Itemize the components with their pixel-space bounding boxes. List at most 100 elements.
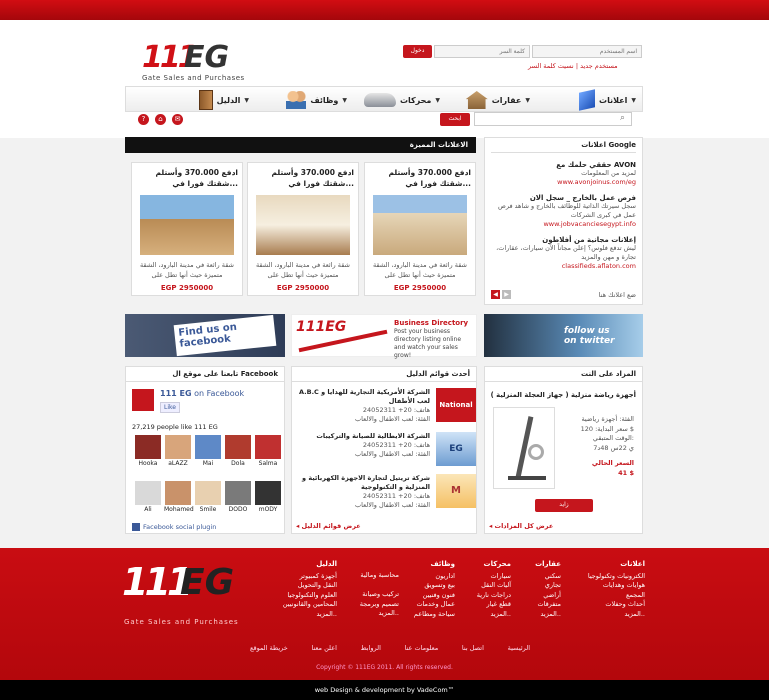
- chevron-down-icon: ▼: [525, 96, 530, 104]
- footer-col-ads: اعلانات الكترونيات وتكنولوجيا هوايات وهد…: [587, 560, 645, 618]
- mail-icon[interactable]: ✉: [172, 114, 183, 125]
- forgot-password-link[interactable]: نسيت كلمة السر: [528, 62, 574, 70]
- fb-fan[interactable]: Salma: [254, 435, 282, 467]
- door-icon: [198, 90, 213, 110]
- facebook-panel: تابعنا على موقع ال Facebook 111 EG on Fa…: [125, 366, 285, 534]
- fb-fan[interactable]: aLAZZ: [164, 435, 192, 467]
- auction-item-title[interactable]: أجهزة رياضة منزلية ( جهاز العجلة المنزلي…: [488, 391, 636, 399]
- footer-col-jobs-2: محاسبة ومالية تركيب وصيانة تصميم وبرمجة …: [359, 571, 399, 617]
- footer-link-links[interactable]: الروابط: [361, 644, 381, 654]
- fb-page-name[interactable]: 111 EG: [160, 389, 192, 398]
- nav-item-jobs[interactable]: وظائف ▼: [286, 87, 347, 113]
- villa-image: [373, 195, 467, 255]
- chevron-down-icon: ▼: [244, 96, 249, 104]
- featured-card[interactable]: ادفع 370.000 وأستلم شقتك فورا في... شقة …: [364, 162, 476, 296]
- footer-logo[interactable]: 111 EG Gate Sales and Purchases: [122, 560, 252, 632]
- search-icon[interactable]: ⌕: [620, 113, 625, 123]
- google-ad[interactable]: حققي حلمك مع AVON لمزيد من المعلومات www…: [491, 161, 636, 186]
- facebook-icon: [132, 523, 140, 531]
- car-icon: [363, 93, 396, 107]
- directory-item[interactable]: National A.B.C الشركة الأمريكية التجارية…: [296, 388, 476, 428]
- business-directory-banner[interactable]: 111EG Business Directory Post your busin…: [291, 314, 477, 359]
- auction-title: المزاد على النت: [485, 367, 642, 382]
- top-bar: [0, 0, 769, 20]
- fb-fan[interactable]: Smile: [194, 481, 222, 513]
- search-button[interactable]: ابحث: [440, 113, 470, 126]
- register-link[interactable]: مستخدم جديد: [580, 62, 618, 70]
- fb-page-avatar[interactable]: [132, 389, 154, 411]
- bid-button[interactable]: زايد: [535, 499, 593, 512]
- auction-panel: المزاد على النت أجهزة رياضة منزلية ( جها…: [484, 366, 643, 534]
- footer-col-jobs: وظائف اداريون بيع وتسويق فنون وفنيين عما…: [413, 560, 455, 618]
- developer-credit[interactable]: web Design & development by VadeCom™: [0, 680, 769, 700]
- directory-item[interactable]: M شركة تريتيل لتجارة الاجهزة الكهربائية …: [296, 474, 476, 514]
- place-ad-link[interactable]: ضع اعلانك هنا: [599, 291, 636, 299]
- auction-more-link[interactable]: ◂ عرض كل المزادات: [489, 522, 639, 530]
- footer-link-contact[interactable]: اتصل بنا: [462, 644, 484, 654]
- chevron-down-icon: ▼: [342, 96, 347, 104]
- help-icon[interactable]: ?: [138, 114, 149, 125]
- house-icon: [465, 91, 488, 109]
- copyright: Copyright © 111EG 2011. All rights reser…: [316, 664, 453, 671]
- social-icons: ? ⌂ ✉: [138, 114, 183, 125]
- banner-logo: 111EG: [296, 319, 347, 335]
- next-arrow-icon[interactable]: ▶: [502, 290, 511, 299]
- people-icon: [286, 91, 307, 109]
- username-input[interactable]: [532, 45, 642, 58]
- footer-col-motors: محركات سيارات آليات النقل دراجات نارية ق…: [476, 560, 511, 618]
- directory-more-link[interactable]: ◂ عرض قوائم الدليل: [296, 522, 476, 530]
- featured-card[interactable]: ادفع 370.000 وأستلم شقتك فورا في... شقة …: [131, 162, 243, 296]
- nav-item-directory[interactable]: الدليل ▼: [198, 87, 249, 113]
- fb-fan[interactable]: Mai: [194, 435, 222, 467]
- directory-logo: EG: [436, 432, 476, 466]
- header-area: [0, 20, 769, 138]
- directory-logo: M: [436, 474, 476, 508]
- google-ads-panel: اعلانات Google حققي حلمك مع AVON لمزيد م…: [484, 137, 643, 305]
- prev-arrow-icon[interactable]: ◀: [491, 290, 500, 299]
- book-icon: [579, 89, 596, 111]
- fb-fan[interactable]: mODY: [254, 481, 282, 513]
- footer-link-about[interactable]: معلومات عنا: [405, 644, 439, 654]
- directory-item[interactable]: EG الشركة الايطالية للصيانة والتركيبات ها…: [296, 432, 476, 472]
- nav-item-realestate[interactable]: عقارات ▼: [465, 87, 530, 113]
- room-image: [256, 195, 350, 255]
- fb-plugin-link[interactable]: Facebook social plugin: [143, 523, 216, 531]
- footer-link-advertise[interactable]: اعلن معنا: [311, 644, 336, 654]
- fb-fan[interactable]: Hooka: [134, 435, 162, 467]
- twitter-banner[interactable]: follow us on twitter: [484, 314, 643, 357]
- logo-tagline: Gate Sales and Purchases: [142, 74, 245, 82]
- directory-title: أحدث قوائم الدليل: [292, 367, 476, 382]
- facebook-banner[interactable]: Find us on facebook: [125, 314, 285, 357]
- footer-link-home[interactable]: الرئيسية: [508, 644, 530, 654]
- footer-col-directory: الدليل أجهزة كمبيوتر النقل والتحويل العل…: [282, 560, 337, 618]
- footer-col-realestate: عقارات سكني تجاري أراضي متفرقات المزيد..: [535, 560, 561, 618]
- google-ad[interactable]: إعلانات مجانية من أفلاطون ليش تدفع فلوس؟…: [491, 236, 636, 270]
- google-ads-title: اعلانات Google: [491, 138, 636, 153]
- search-input[interactable]: [474, 112, 632, 126]
- featured-title: الاعلانات المميزة: [125, 137, 476, 153]
- home-icon[interactable]: ⌂: [155, 114, 166, 125]
- directory-logo: National: [436, 388, 476, 422]
- logo-text: EG: [184, 40, 230, 75]
- login-button[interactable]: دخول: [403, 45, 432, 58]
- exercise-bike-image: [493, 407, 555, 489]
- chevron-down-icon: ▼: [631, 96, 636, 104]
- fb-fan[interactable]: Mohamed: [164, 481, 194, 513]
- site-logo[interactable]: 111 EG Gate Sales and Purchases: [140, 40, 250, 88]
- google-ad[interactable]: فرص عمل بالخارج _ سجل الان سجل سيرتك الذ…: [491, 194, 636, 228]
- nav-item-motors[interactable]: محركات ▼: [363, 87, 440, 113]
- fb-fan[interactable]: Dola: [224, 435, 252, 467]
- building-image: [140, 195, 234, 255]
- password-input[interactable]: [434, 45, 530, 58]
- chevron-down-icon: ▼: [435, 96, 440, 104]
- main-nav: اعلانات ▼ عقارات ▼ محركات ▼ وظائف ▼ الدل…: [125, 86, 643, 112]
- footer-links: الرئيسية اتصل بنا معلومات عنا الروابط اع…: [250, 644, 530, 654]
- fb-like-button[interactable]: Like: [160, 402, 180, 413]
- fb-fan[interactable]: DODO: [224, 481, 252, 513]
- featured-card[interactable]: ادفع 370.000 وأستلم شقتك فورا في... شقة …: [247, 162, 359, 296]
- fb-like-count: 27,219 people like 111 EG: [132, 423, 218, 431]
- fb-fan[interactable]: Ali: [134, 481, 162, 513]
- facebook-title: تابعنا على موقع ال Facebook: [126, 367, 284, 382]
- footer-link-sitemap[interactable]: خريطة الموقع: [250, 644, 288, 654]
- nav-item-ads[interactable]: اعلانات ▼: [579, 87, 636, 113]
